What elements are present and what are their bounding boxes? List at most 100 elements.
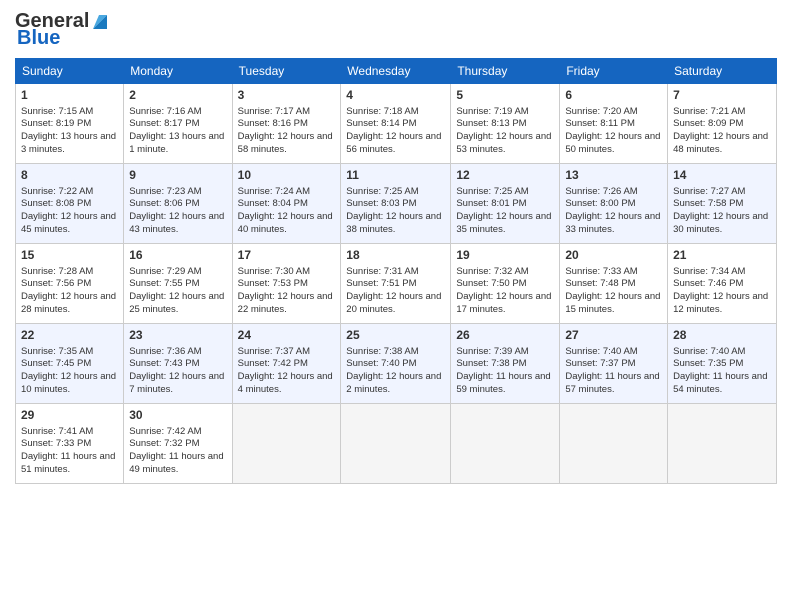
day-number: 27 xyxy=(565,328,662,344)
calendar-header-row: Sunday Monday Tuesday Wednesday Thursday… xyxy=(16,59,777,84)
day-number: 1 xyxy=(21,88,118,104)
day-number: 30 xyxy=(129,408,226,424)
calendar-day-cell: 19 Sunrise: 7:32 AMSunset: 7:50 PMDaylig… xyxy=(451,244,560,324)
calendar-day-cell xyxy=(232,404,341,484)
day-info: Sunrise: 7:41 AMSunset: 7:33 PMDaylight:… xyxy=(21,426,118,477)
calendar-day-cell xyxy=(560,404,668,484)
day-number: 22 xyxy=(21,328,118,344)
day-info: Sunrise: 7:34 AMSunset: 7:46 PMDaylight:… xyxy=(673,266,771,317)
calendar-day-cell xyxy=(341,404,451,484)
calendar-table: Sunday Monday Tuesday Wednesday Thursday… xyxy=(15,58,777,484)
day-number: 15 xyxy=(21,248,118,264)
calendar-day-cell: 6 Sunrise: 7:20 AMSunset: 8:11 PMDayligh… xyxy=(560,84,668,164)
day-info: Sunrise: 7:24 AMSunset: 8:04 PMDaylight:… xyxy=(238,186,336,237)
calendar-week-row: 15 Sunrise: 7:28 AMSunset: 7:56 PMDaylig… xyxy=(16,244,777,324)
day-number: 4 xyxy=(346,88,445,104)
calendar-day-cell xyxy=(451,404,560,484)
calendar-day-cell: 2 Sunrise: 7:16 AMSunset: 8:17 PMDayligh… xyxy=(124,84,232,164)
day-number: 7 xyxy=(673,88,771,104)
day-info: Sunrise: 7:23 AMSunset: 8:06 PMDaylight:… xyxy=(129,186,226,237)
calendar-day-cell: 18 Sunrise: 7:31 AMSunset: 7:51 PMDaylig… xyxy=(341,244,451,324)
calendar-day-cell: 5 Sunrise: 7:19 AMSunset: 8:13 PMDayligh… xyxy=(451,84,560,164)
calendar-day-cell: 17 Sunrise: 7:30 AMSunset: 7:53 PMDaylig… xyxy=(232,244,341,324)
day-number: 9 xyxy=(129,168,226,184)
calendar-day-cell: 28 Sunrise: 7:40 AMSunset: 7:35 PMDaylig… xyxy=(668,324,777,404)
calendar-day-cell: 20 Sunrise: 7:33 AMSunset: 7:48 PMDaylig… xyxy=(560,244,668,324)
day-info: Sunrise: 7:40 AMSunset: 7:35 PMDaylight:… xyxy=(673,346,771,397)
calendar-day-cell: 27 Sunrise: 7:40 AMSunset: 7:37 PMDaylig… xyxy=(560,324,668,404)
day-info: Sunrise: 7:39 AMSunset: 7:38 PMDaylight:… xyxy=(456,346,554,397)
day-number: 12 xyxy=(456,168,554,184)
calendar-day-cell: 24 Sunrise: 7:37 AMSunset: 7:42 PMDaylig… xyxy=(232,324,341,404)
page-header: General Blue xyxy=(15,10,777,50)
calendar-day-cell xyxy=(668,404,777,484)
calendar-day-cell: 4 Sunrise: 7:18 AMSunset: 8:14 PMDayligh… xyxy=(341,84,451,164)
col-saturday: Saturday xyxy=(668,59,777,84)
day-info: Sunrise: 7:40 AMSunset: 7:37 PMDaylight:… xyxy=(565,346,662,397)
calendar-day-cell: 15 Sunrise: 7:28 AMSunset: 7:56 PMDaylig… xyxy=(16,244,124,324)
day-number: 3 xyxy=(238,88,336,104)
day-info: Sunrise: 7:37 AMSunset: 7:42 PMDaylight:… xyxy=(238,346,336,397)
day-info: Sunrise: 7:32 AMSunset: 7:50 PMDaylight:… xyxy=(456,266,554,317)
calendar-day-cell: 10 Sunrise: 7:24 AMSunset: 8:04 PMDaylig… xyxy=(232,164,341,244)
day-info: Sunrise: 7:22 AMSunset: 8:08 PMDaylight:… xyxy=(21,186,118,237)
day-number: 19 xyxy=(456,248,554,264)
calendar-day-cell: 12 Sunrise: 7:25 AMSunset: 8:01 PMDaylig… xyxy=(451,164,560,244)
col-friday: Friday xyxy=(560,59,668,84)
day-info: Sunrise: 7:26 AMSunset: 8:00 PMDaylight:… xyxy=(565,186,662,237)
day-info: Sunrise: 7:42 AMSunset: 7:32 PMDaylight:… xyxy=(129,426,226,477)
day-number: 17 xyxy=(238,248,336,264)
day-info: Sunrise: 7:33 AMSunset: 7:48 PMDaylight:… xyxy=(565,266,662,317)
calendar-day-cell: 30 Sunrise: 7:42 AMSunset: 7:32 PMDaylig… xyxy=(124,404,232,484)
day-info: Sunrise: 7:25 AMSunset: 8:03 PMDaylight:… xyxy=(346,186,445,237)
page-container: General Blue Sunday Monday Tuesday Wedne… xyxy=(0,0,792,494)
calendar-day-cell: 3 Sunrise: 7:17 AMSunset: 8:16 PMDayligh… xyxy=(232,84,341,164)
day-number: 26 xyxy=(456,328,554,344)
col-sunday: Sunday xyxy=(16,59,124,84)
day-number: 11 xyxy=(346,168,445,184)
day-number: 6 xyxy=(565,88,662,104)
day-info: Sunrise: 7:30 AMSunset: 7:53 PMDaylight:… xyxy=(238,266,336,317)
day-number: 14 xyxy=(673,168,771,184)
day-info: Sunrise: 7:31 AMSunset: 7:51 PMDaylight:… xyxy=(346,266,445,317)
day-number: 2 xyxy=(129,88,226,104)
day-number: 24 xyxy=(238,328,336,344)
day-number: 18 xyxy=(346,248,445,264)
col-monday: Monday xyxy=(124,59,232,84)
day-number: 8 xyxy=(21,168,118,184)
day-info: Sunrise: 7:27 AMSunset: 7:58 PMDaylight:… xyxy=(673,186,771,237)
calendar-week-row: 8 Sunrise: 7:22 AMSunset: 8:08 PMDayligh… xyxy=(16,164,777,244)
calendar-day-cell: 23 Sunrise: 7:36 AMSunset: 7:43 PMDaylig… xyxy=(124,324,232,404)
day-info: Sunrise: 7:15 AMSunset: 8:19 PMDaylight:… xyxy=(21,106,118,157)
day-info: Sunrise: 7:28 AMSunset: 7:56 PMDaylight:… xyxy=(21,266,118,317)
day-number: 23 xyxy=(129,328,226,344)
calendar-day-cell: 13 Sunrise: 7:26 AMSunset: 8:00 PMDaylig… xyxy=(560,164,668,244)
day-info: Sunrise: 7:18 AMSunset: 8:14 PMDaylight:… xyxy=(346,106,445,157)
calendar-day-cell: 16 Sunrise: 7:29 AMSunset: 7:55 PMDaylig… xyxy=(124,244,232,324)
calendar-day-cell: 8 Sunrise: 7:22 AMSunset: 8:08 PMDayligh… xyxy=(16,164,124,244)
day-info: Sunrise: 7:17 AMSunset: 8:16 PMDaylight:… xyxy=(238,106,336,157)
calendar-day-cell: 1 Sunrise: 7:15 AMSunset: 8:19 PMDayligh… xyxy=(16,84,124,164)
day-number: 21 xyxy=(673,248,771,264)
calendar-day-cell: 21 Sunrise: 7:34 AMSunset: 7:46 PMDaylig… xyxy=(668,244,777,324)
day-number: 29 xyxy=(21,408,118,424)
col-thursday: Thursday xyxy=(451,59,560,84)
col-tuesday: Tuesday xyxy=(232,59,341,84)
calendar-week-row: 29 Sunrise: 7:41 AMSunset: 7:33 PMDaylig… xyxy=(16,404,777,484)
day-info: Sunrise: 7:20 AMSunset: 8:11 PMDaylight:… xyxy=(565,106,662,157)
day-number: 25 xyxy=(346,328,445,344)
day-number: 10 xyxy=(238,168,336,184)
calendar-day-cell: 7 Sunrise: 7:21 AMSunset: 8:09 PMDayligh… xyxy=(668,84,777,164)
day-info: Sunrise: 7:35 AMSunset: 7:45 PMDaylight:… xyxy=(21,346,118,397)
day-number: 13 xyxy=(565,168,662,184)
logo-blue: Blue xyxy=(15,27,60,50)
day-info: Sunrise: 7:25 AMSunset: 8:01 PMDaylight:… xyxy=(456,186,554,237)
calendar-week-row: 1 Sunrise: 7:15 AMSunset: 8:19 PMDayligh… xyxy=(16,84,777,164)
day-number: 16 xyxy=(129,248,226,264)
calendar-day-cell: 11 Sunrise: 7:25 AMSunset: 8:03 PMDaylig… xyxy=(341,164,451,244)
day-info: Sunrise: 7:36 AMSunset: 7:43 PMDaylight:… xyxy=(129,346,226,397)
logo: General Blue xyxy=(15,10,111,50)
day-number: 5 xyxy=(456,88,554,104)
calendar-day-cell: 25 Sunrise: 7:38 AMSunset: 7:40 PMDaylig… xyxy=(341,324,451,404)
calendar-day-cell: 22 Sunrise: 7:35 AMSunset: 7:45 PMDaylig… xyxy=(16,324,124,404)
